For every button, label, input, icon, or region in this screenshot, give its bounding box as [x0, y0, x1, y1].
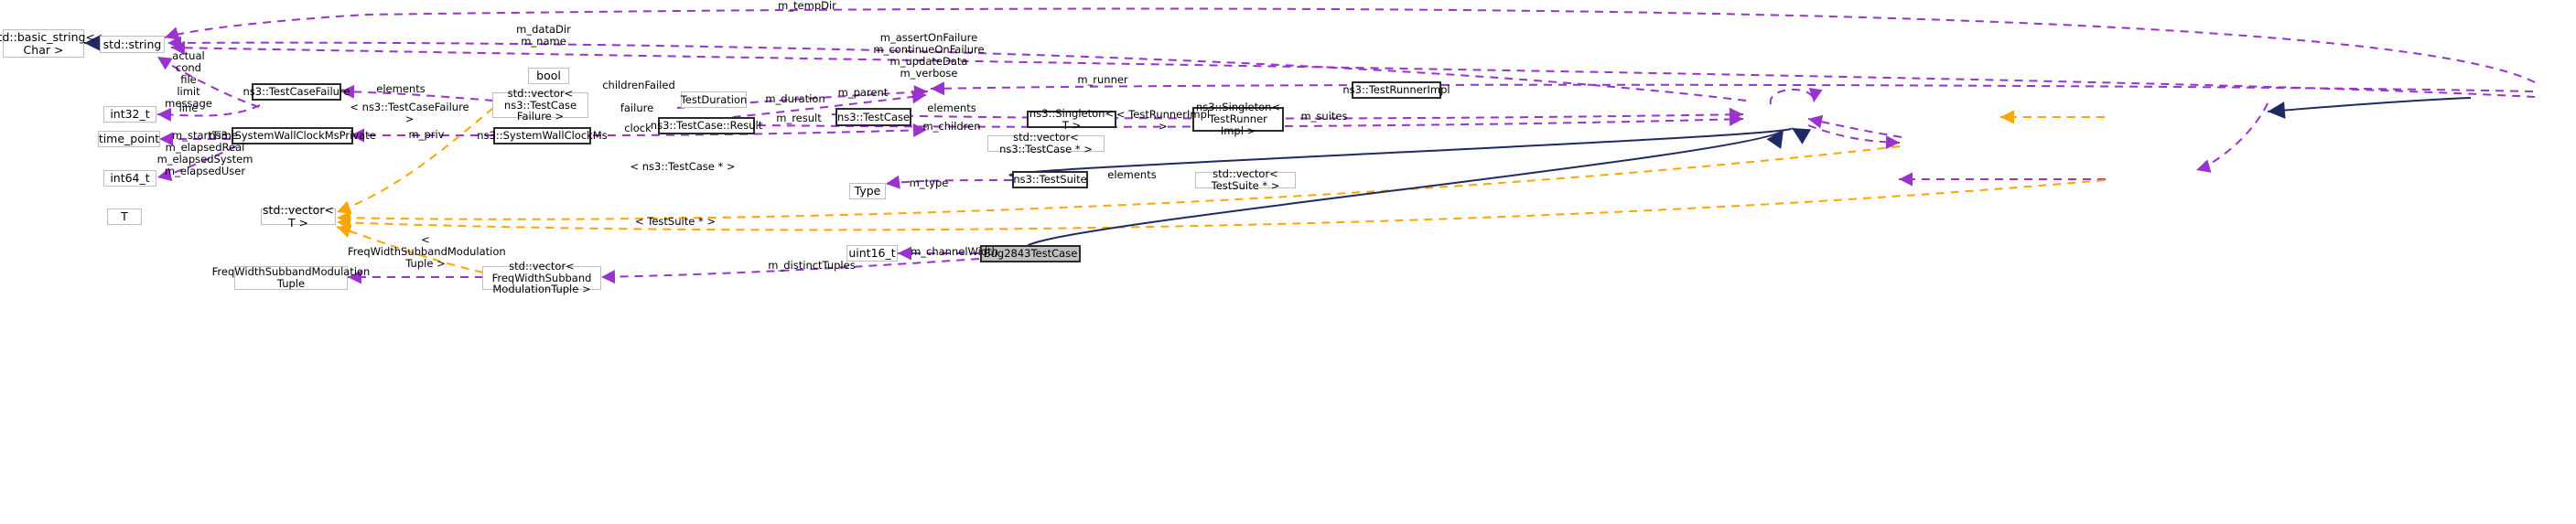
node-ns3-systemwallclockms[interactable]: ns3::SystemWallClockMs — [477, 127, 608, 144]
uml-collaboration-diagram: std::basic_string< Char > std::string in… — [0, 0, 2576, 524]
node-ns3-singleton-testrunnerimpl[interactable]: ns3::Singleton< TestRunner Impl > — [1192, 102, 1284, 136]
node-freqwidthsubbandmodulationtuple[interactable]: FreqWidthSubbandModulation Tuple — [212, 266, 370, 290]
node-uint16-t[interactable]: uint16_t — [846, 245, 898, 262]
node-std-vector-testcasefailure[interactable]: std::vector< ns3::TestCase Failure > — [492, 87, 588, 123]
node-int32-t[interactable]: int32_t — [103, 106, 156, 123]
node-bug2843testcase[interactable]: Bug2843TestCase — [980, 245, 1081, 262]
node-ns3-testrunnerimpl[interactable]: ns3::TestRunnerImpl — [1342, 81, 1450, 99]
node-ns3-singleton-T[interactable]: ns3::Singleton< T > — [1027, 107, 1116, 131]
node-std-vector-freqwidthsubbandmodulationtuple[interactable]: std::vector< FreqWidthSubband Modulation… — [482, 260, 601, 295]
node-T[interactable]: T — [107, 209, 142, 225]
node-ns3-testsuite[interactable]: ns3::TestSuite — [1012, 171, 1088, 188]
node-std-string[interactable]: std::string — [100, 36, 165, 53]
node-testduration[interactable]: TestDuration — [681, 91, 747, 108]
node-std-basic-string[interactable]: std::basic_string< Char > — [0, 29, 95, 58]
node-bool[interactable]: bool — [528, 68, 569, 84]
node-time-point[interactable]: time_point — [98, 131, 160, 147]
node-ns3-systemwallclockmsprivate[interactable]: ns3::SystemWallClockMsPrivate — [209, 127, 376, 144]
node-ns3-testcase[interactable]: ns3::TestCase — [835, 108, 911, 126]
node-ns3-testcase-result[interactable]: ns3::TestCase::Result — [651, 117, 762, 134]
node-type[interactable]: Type — [849, 183, 886, 199]
node-std-vector-T[interactable]: std::vector< T > — [261, 204, 336, 230]
node-int64-t[interactable]: int64_t — [103, 170, 156, 187]
node-std-vector-testcase-ptr[interactable]: std::vector< ns3::TestCase * > — [987, 132, 1105, 155]
node-std-vector-testsuite-ptr[interactable]: std::vector< TestSuite * > — [1195, 168, 1296, 191]
edge-layer — [84, 7, 2536, 284]
node-ns3-testcasefailure[interactable]: ns3::TestCaseFailure — [243, 83, 350, 101]
